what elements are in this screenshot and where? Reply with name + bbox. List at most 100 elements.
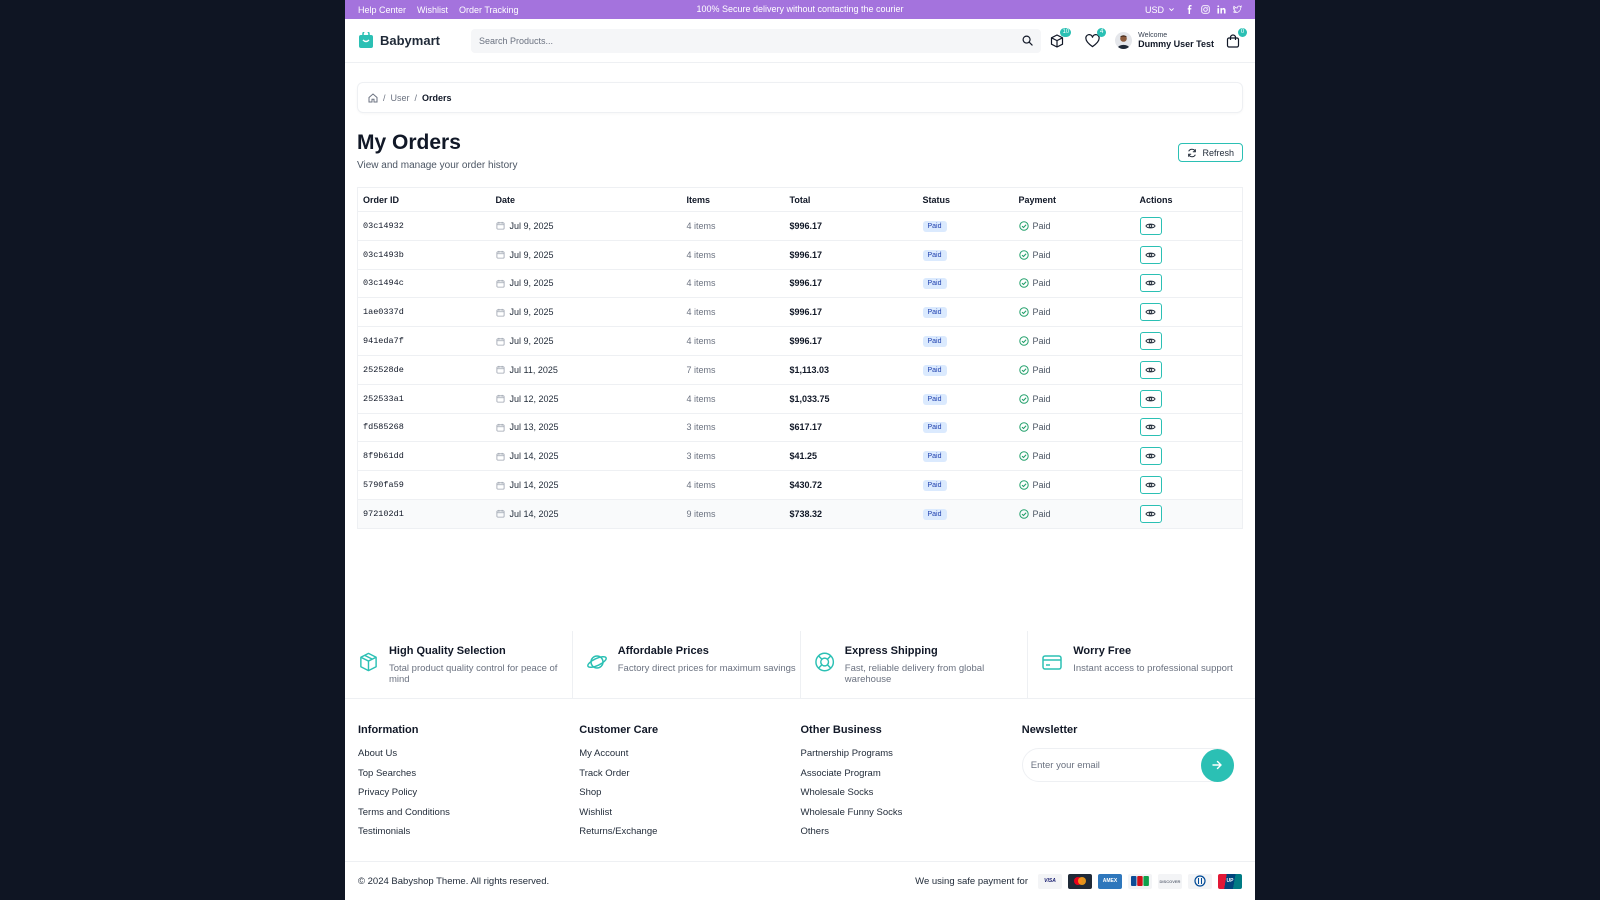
order-payment-cell: Paid — [1013, 413, 1135, 443]
order-actions-cell — [1134, 413, 1243, 443]
instagram-icon[interactable] — [1201, 5, 1210, 14]
eye-icon — [1145, 425, 1156, 430]
table-row[interactable]: 941eda7f Jul 9, 2025 4 items $996.17 Pai… — [357, 326, 1243, 356]
order-items: 9 items — [681, 499, 785, 529]
footer-link[interactable]: Wholesale Funny Socks — [801, 807, 1022, 818]
view-order-button[interactable] — [1139, 274, 1162, 293]
breadcrumb-user[interactable]: User — [391, 93, 410, 103]
view-order-button[interactable] — [1139, 245, 1162, 264]
logo-icon — [359, 32, 373, 48]
footer-link[interactable]: Wishlist — [579, 807, 800, 818]
check-circle-icon — [1018, 422, 1029, 433]
view-order-button[interactable] — [1139, 476, 1162, 495]
footer-link[interactable]: Track Order — [579, 768, 800, 779]
table-row[interactable]: 5790fa59 Jul 14, 2025 4 items $430.72 Pa… — [357, 470, 1243, 500]
refresh-button[interactable]: Refresh — [1178, 143, 1243, 162]
footer-link[interactable]: Testimonials — [358, 826, 579, 837]
footer-link[interactable]: About Us — [358, 748, 579, 759]
payment-status: Paid — [1032, 508, 1051, 519]
header-payment: Payment — [1013, 187, 1135, 212]
view-order-button[interactable] — [1139, 418, 1162, 437]
footer-column-information: Information About Us Top Searches Privac… — [358, 724, 579, 846]
calendar-icon — [495, 366, 505, 374]
table-row[interactable]: 03c1493b Jul 9, 2025 4 items $996.17 Pai… — [357, 240, 1243, 270]
wishlist-link[interactable]: Wishlist — [417, 5, 448, 15]
order-status-cell: Paid — [917, 326, 1014, 356]
linkedin-icon[interactable] — [1217, 5, 1226, 14]
help-center-link[interactable]: Help Center — [358, 5, 406, 15]
table-row[interactable]: 972102d1 Jul 14, 2025 9 items $738.32 Pa… — [357, 499, 1243, 529]
footer-link[interactable]: Associate Program — [801, 768, 1022, 779]
table-row[interactable]: 03c1494c Jul 9, 2025 4 items $996.17 Pai… — [357, 269, 1243, 299]
table-row[interactable]: 1ae0337d Jul 9, 2025 4 items $996.17 Pai… — [357, 297, 1243, 328]
view-order-button[interactable] — [1139, 303, 1162, 322]
avatar — [1115, 32, 1133, 49]
newsletter-submit-button[interactable] — [1200, 748, 1234, 782]
view-order-button[interactable] — [1139, 360, 1162, 379]
view-order-button[interactable] — [1139, 389, 1162, 408]
order-total: $617.17 — [784, 413, 918, 443]
home-icon[interactable] — [368, 92, 378, 103]
footer-link[interactable]: Terms and Conditions — [358, 807, 579, 818]
feature-title: Worry Free — [1073, 645, 1132, 657]
compare-button[interactable]: 10 — [1048, 27, 1072, 50]
footer-column-title: Other Business — [800, 724, 882, 736]
order-status-cell: Paid — [917, 297, 1014, 328]
footer-link[interactable]: Partnership Programs — [801, 748, 1022, 759]
footer-link[interactable]: Privacy Policy — [358, 787, 579, 798]
table-row[interactable]: fd585268 Jul 13, 2025 3 items $617.17 Pa… — [357, 413, 1243, 443]
cart-count-badge: 0 — [1238, 27, 1247, 37]
footer-link[interactable]: Returns/Exchange — [579, 826, 800, 837]
view-order-button[interactable] — [1139, 447, 1162, 466]
payment-status: Paid — [1032, 480, 1051, 491]
footer-link[interactable]: Shop — [579, 787, 800, 798]
copyright: © 2024 Babyshop Theme. All rights reserv… — [358, 875, 550, 887]
order-total: $996.17 — [784, 326, 918, 356]
search-icon[interactable] — [1022, 35, 1033, 46]
feature-desc: Fast, reliable delivery from global ware… — [844, 663, 985, 685]
eye-icon — [1145, 338, 1156, 344]
order-id: fd585268 — [357, 413, 491, 443]
newsletter-email-input[interactable] — [1030, 759, 1201, 771]
order-date-cell: Jul 9, 2025 — [490, 211, 682, 241]
order-id: 03c14932 — [357, 211, 491, 241]
order-date-cell: Jul 9, 2025 — [490, 240, 682, 270]
twitter-icon[interactable] — [1233, 5, 1242, 14]
currency-select[interactable]: USD — [1145, 5, 1175, 15]
table-row[interactable]: 252528de Jul 11, 2025 7 items $1,113.03 … — [357, 355, 1243, 385]
user-menu[interactable]: Welcome Dummy User Test — [1115, 32, 1214, 49]
wishlist-button[interactable]: 4 — [1083, 27, 1107, 50]
view-order-button[interactable] — [1139, 332, 1162, 351]
title-row: My Orders View and manage your order his… — [357, 131, 1243, 171]
cart-button[interactable]: 0 — [1224, 27, 1247, 50]
header-date: Date — [490, 187, 682, 212]
order-id: 252533a1 — [357, 384, 491, 414]
footer-link[interactable]: Top Searches — [358, 768, 579, 779]
table-row[interactable]: 03c14932 Jul 9, 2025 4 items $996.17 Pai… — [357, 211, 1243, 241]
search-input[interactable] — [479, 35, 1022, 46]
table-row[interactable]: 252533a1 Jul 12, 2025 4 items $1,033.75 … — [357, 384, 1243, 414]
footer-column-other-business: Other Business Partnership Programs Asso… — [801, 724, 1022, 846]
order-items: 4 items — [681, 384, 785, 414]
calendar-icon — [495, 279, 505, 288]
footer-link[interactable]: My Account — [579, 748, 800, 759]
order-payment-cell: Paid — [1013, 499, 1135, 529]
feature-item: Worry Free Instant access to professiona… — [1028, 631, 1255, 698]
footer-link[interactable]: Others — [801, 826, 1022, 837]
facebook-icon[interactable] — [1185, 5, 1194, 14]
view-order-button[interactable] — [1139, 504, 1162, 523]
logo[interactable]: Babymart — [358, 32, 471, 49]
compare-count-badge: 10 — [1060, 27, 1072, 37]
calendar-icon — [495, 222, 505, 230]
order-date: Jul 9, 2025 — [509, 307, 554, 318]
order-id: 03c1493b — [357, 240, 491, 270]
arrow-right-icon — [1212, 760, 1222, 770]
calendar-icon — [495, 452, 505, 461]
view-order-button[interactable] — [1139, 216, 1162, 235]
table-row[interactable]: 8f9b61dd Jul 14, 2025 3 items $41.25 Pai… — [357, 441, 1243, 472]
order-payment-cell: Paid — [1013, 240, 1135, 270]
bottom-bar: © 2024 Babyshop Theme. All rights reserv… — [345, 861, 1255, 900]
footer-link[interactable]: Wholesale Socks — [801, 787, 1022, 798]
order-tracking-link[interactable]: Order Tracking — [459, 5, 519, 15]
footer: Information About Us Top Searches Privac… — [358, 724, 1243, 846]
